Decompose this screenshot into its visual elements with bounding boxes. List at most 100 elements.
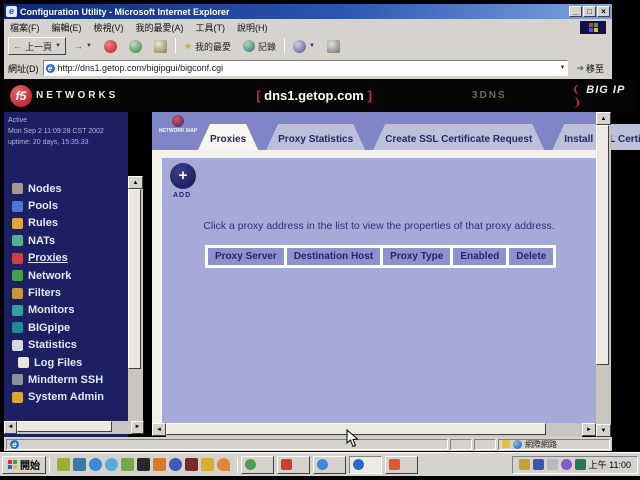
minimize-button[interactable]: _ [569, 6, 582, 17]
scroll-right-icon[interactable]: ► [131, 421, 144, 434]
scroll-left-icon[interactable]: ◄ [4, 421, 17, 434]
tray-icon[interactable] [575, 459, 586, 470]
stop-button[interactable] [100, 37, 121, 55]
page-vertical-scrollbar[interactable]: ▲ ▼ [596, 112, 611, 437]
task-button-4-active[interactable] [349, 456, 382, 474]
nats-icon [12, 235, 23, 246]
address-bar: 網址(D) e ▼ ➜ 移至 [4, 57, 612, 79]
maximize-button[interactable]: □ [583, 6, 596, 17]
menu-view[interactable]: 檢視(V) [94, 21, 124, 34]
quick-launch-icon[interactable] [153, 458, 166, 471]
scroll-right-icon[interactable]: ► [582, 423, 596, 436]
title-bar: e Configuration Utility - Microsoft Inte… [4, 4, 612, 19]
mail-button[interactable]: ▼ [289, 37, 319, 55]
sidebar-item-mindterm-ssh[interactable]: Mindterm SSH [12, 371, 124, 388]
scroll-left-icon[interactable]: ◄ [152, 423, 166, 436]
pools-icon [12, 201, 23, 212]
tab-proxies[interactable]: Proxies [198, 124, 258, 150]
task-button-3[interactable] [313, 456, 346, 474]
url-dropdown-icon[interactable]: ▼ [559, 65, 565, 71]
sidebar-item-nodes[interactable]: Nodes [12, 180, 124, 197]
tab-create-ssl-certificate-request[interactable]: Create SSL Certificate Request [373, 124, 544, 150]
menu-tools[interactable]: 工具(T) [196, 21, 226, 34]
task-button-2[interactable] [277, 456, 310, 474]
sidebar-item-system-admin[interactable]: System Admin [12, 389, 124, 406]
add-button[interactable]: + [170, 163, 196, 189]
monitors-icon [12, 305, 23, 316]
page-horizontal-scrollbar[interactable]: ◄ ► [152, 423, 596, 437]
mail-dropdown-icon[interactable]: ▼ [309, 43, 315, 49]
menu-file[interactable]: 檔案(F) [10, 21, 40, 34]
menu-help[interactable]: 說明(H) [237, 21, 268, 34]
instruction-text: Click a proxy address in the list to vie… [162, 220, 596, 232]
network-icon [12, 270, 23, 281]
quick-launch-icon[interactable] [137, 458, 150, 471]
sidebar-item-rules[interactable]: Rules [12, 215, 124, 232]
print-button[interactable] [323, 37, 344, 55]
refresh-button[interactable] [125, 37, 146, 55]
column-proxy-type[interactable]: Proxy Type [383, 248, 450, 265]
scroll-up-icon[interactable]: ▲ [596, 112, 611, 125]
ie-window-icon: e [6, 6, 17, 17]
home-button[interactable] [150, 37, 171, 55]
sidebar-item-filters[interactable]: Filters [12, 284, 124, 301]
forward-dropdown-icon[interactable]: ▼ [86, 43, 92, 49]
back-dropdown-icon[interactable]: ▼ [55, 43, 61, 49]
quick-launch-icon[interactable] [217, 458, 230, 471]
favorites-label: 我的最愛 [195, 40, 231, 53]
go-button[interactable]: ➜ 移至 [572, 60, 608, 76]
column-proxy-server[interactable]: Proxy Server [208, 248, 284, 265]
menu-favorites[interactable]: 我的最愛(A) [136, 21, 184, 34]
nodes-icon [12, 183, 23, 194]
history-label: 記錄 [258, 40, 276, 53]
task-button-1[interactable] [241, 456, 274, 474]
sidebar-item-proxies[interactable]: Proxies [12, 250, 124, 267]
url-box: e ▼ [43, 60, 569, 76]
network-map-widget[interactable]: NETWORK MAP [158, 115, 198, 134]
scroll-up-icon[interactable]: ▲ [128, 176, 143, 189]
quick-launch-icon[interactable] [89, 458, 102, 471]
tab-proxy-statistics[interactable]: Proxy Statistics [266, 124, 365, 150]
scroll-down-icon[interactable]: ▼ [596, 424, 611, 437]
sidebar-item-monitors[interactable]: Monitors [12, 302, 124, 319]
history-button[interactable]: 記錄 [239, 37, 280, 55]
quick-launch-icon[interactable] [105, 458, 118, 471]
quick-launch-icon[interactable] [201, 458, 214, 471]
menu-edit[interactable]: 編輯(E) [52, 21, 82, 34]
favorites-button[interactable]: ★ 我的最愛 [180, 37, 235, 55]
sidebar-item-network[interactable]: Network [12, 267, 124, 284]
clock: 上午 11:00 [589, 458, 631, 471]
status-pane [474, 439, 496, 450]
url-input[interactable] [58, 63, 557, 73]
sidebar: Active Mon Sep 2 11:09:28 CST 2002 uptim… [4, 112, 128, 437]
mindterm-ssh-icon [12, 374, 23, 385]
sidebar-item-pools[interactable]: Pools [12, 197, 124, 214]
quick-launch-icon[interactable] [121, 458, 134, 471]
home-icon [154, 40, 167, 53]
windows-logo-icon [580, 21, 606, 34]
close-button[interactable]: × [597, 6, 610, 17]
sidebar-item-log-files[interactable]: Log Files [12, 354, 124, 371]
tray-icon[interactable] [547, 459, 558, 470]
sidebar-item-bigpipe[interactable]: BIGpipe [12, 319, 124, 336]
zone-label: 網際網路 [525, 439, 557, 450]
sidebar-item-statistics[interactable]: Statistics [12, 337, 124, 354]
tray-icon[interactable] [533, 459, 544, 470]
back-button[interactable]: ← 上一頁 ▼ [8, 37, 66, 55]
sidebar-horizontal-scrollbar[interactable]: ◄ ► [4, 421, 144, 434]
column-destination-host[interactable]: Destination Host [287, 248, 380, 265]
sidebar-vertical-scrollbar[interactable]: ▲ [128, 176, 143, 422]
task-button-5[interactable] [385, 456, 418, 474]
start-button[interactable]: 開始 [2, 456, 46, 474]
mail-icon [293, 40, 306, 53]
quick-launch-icon[interactable] [73, 458, 86, 471]
column-delete[interactable]: Delete [509, 248, 553, 265]
forward-button[interactable]: → ▼ [70, 37, 96, 55]
column-enabled[interactable]: Enabled [453, 248, 506, 265]
sidebar-item-nats[interactable]: NATs [12, 232, 124, 249]
quick-launch-icon[interactable] [169, 458, 182, 471]
quick-launch-icon[interactable] [57, 458, 70, 471]
tray-icon[interactable] [519, 459, 530, 470]
tray-icon[interactable] [561, 459, 572, 470]
quick-launch-icon[interactable] [185, 458, 198, 471]
